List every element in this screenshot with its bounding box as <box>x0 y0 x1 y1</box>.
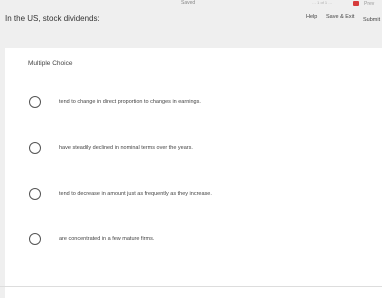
radio-button[interactable] <box>29 188 41 200</box>
question-type-label: Multiple Choice <box>28 60 73 67</box>
choice-text: tend to decrease in amount just as frequ… <box>59 191 212 197</box>
radio-button[interactable] <box>29 142 41 154</box>
help-button[interactable]: Help <box>306 14 317 20</box>
choice-text: tend to change in direct proportion to c… <box>59 99 201 105</box>
divider <box>0 286 382 287</box>
question-progress: … 1 of 1 … <box>312 0 333 5</box>
choice-2[interactable]: have steadily declined in nominal terms … <box>5 142 382 168</box>
radio-button[interactable] <box>29 233 41 245</box>
question-panel: Multiple Choice tend to change in direct… <box>5 48 382 298</box>
choice-4[interactable]: are concentrated in a few mature firms. <box>5 233 382 259</box>
choice-text: are concentrated in a few mature firms. <box>59 236 155 242</box>
choice-text: have steadily declined in nominal terms … <box>59 145 193 151</box>
prev-button[interactable]: Prev <box>364 1 374 7</box>
saved-status: Saved <box>181 0 196 6</box>
save-exit-button[interactable]: Save & Exit <box>326 14 354 20</box>
choice-3[interactable]: tend to decrease in amount just as frequ… <box>5 188 382 214</box>
prev-icon[interactable] <box>353 1 359 6</box>
radio-button[interactable] <box>29 96 41 108</box>
question-text: In the US, stock dividends: <box>5 14 100 23</box>
submit-button[interactable]: Submit <box>363 17 380 23</box>
choice-1[interactable]: tend to change in direct proportion to c… <box>5 96 382 122</box>
